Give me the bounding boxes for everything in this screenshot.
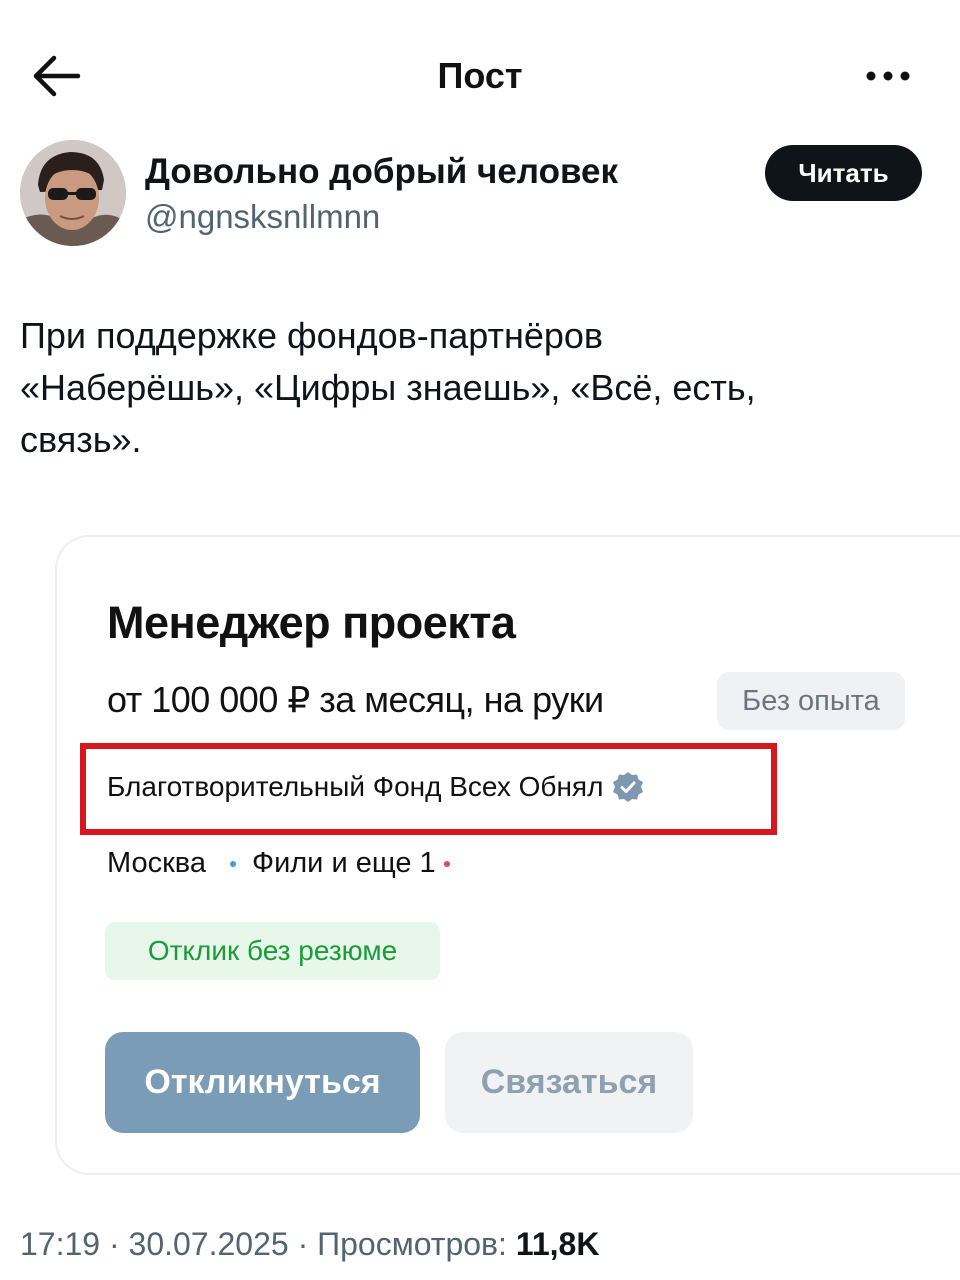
page-title: Пост [437, 55, 523, 96]
views-label: Просмотров: [317, 1226, 516, 1262]
verified-badge-icon [613, 772, 644, 802]
vacancy-location: Москва Фили и еще 1 [107, 847, 450, 880]
contact-button[interactable]: Связаться [445, 1032, 693, 1133]
views-count[interactable]: 11,8K [516, 1226, 600, 1262]
no-resume-badge: Отклик без резюме [105, 922, 440, 980]
vacancy-title: Менеджер проекта [107, 597, 516, 648]
author-name[interactable]: Довольно добрый человек [145, 152, 618, 192]
more-horizontal-icon [866, 71, 910, 81]
company-name: Благотворительный Фонд Всех Обнял [107, 770, 645, 804]
post-text: При поддержке фондов-партнёров «Наберёшь… [20, 310, 940, 466]
metro-line-dot [230, 860, 237, 867]
more-button[interactable] [860, 58, 916, 94]
city-label: Москва [107, 847, 207, 879]
author-handle[interactable]: @ngnsksnllmnn [145, 198, 380, 236]
metro-label: Фили и еще 1 [252, 847, 436, 879]
meta-separator: · [288, 1226, 318, 1262]
post-meta: 17:19 · 30.07.2025 · Просмотров: 11,8K [20, 1226, 599, 1263]
metro-line-dot [443, 860, 450, 867]
post-text-line: При поддержке фондов-партнёров [20, 315, 604, 356]
meta-separator: · [100, 1226, 129, 1262]
apply-button[interactable]: Откликнуться [105, 1032, 420, 1133]
experience-badge: Без опыта [717, 672, 905, 730]
vacancy-screenshot-card[interactable]: Менеджер проекта от 100 000 ₽ за месяц, … [55, 535, 960, 1175]
post-date: 30.07.2025 [128, 1226, 289, 1262]
avatar[interactable] [20, 140, 126, 246]
post-text-line: «Наберёшь», «Цифры знаешь», «Всё, есть, [20, 367, 756, 408]
company-label: Благотворительный Фонд Всех Обнял [107, 771, 604, 802]
post-text-line: связь». [20, 419, 142, 460]
vacancy-salary: от 100 000 ₽ за месяц, на руки [107, 679, 604, 720]
top-bar: Пост [0, 0, 960, 150]
post-time: 17:19 [20, 1226, 101, 1262]
follow-button[interactable]: Читать [765, 145, 922, 201]
